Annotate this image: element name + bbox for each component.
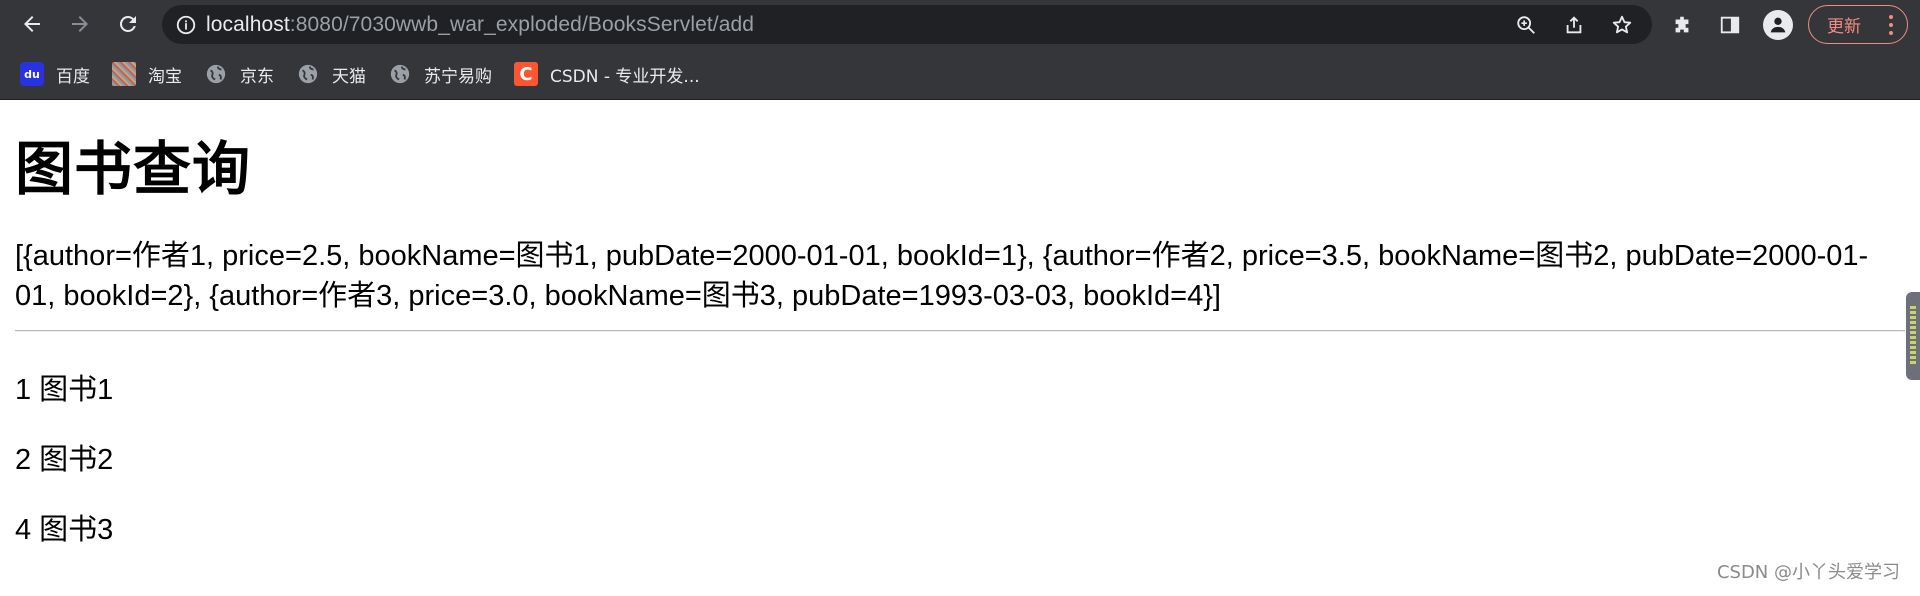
avatar	[1763, 9, 1793, 40]
share-icon[interactable]	[1554, 5, 1594, 44]
bookmark-csdn[interactable]: C CSDN - 专业开发...	[504, 56, 712, 92]
globe-icon	[204, 62, 228, 86]
book-item: 2 图书2	[15, 444, 114, 476]
bookmark-label: 百度	[56, 66, 90, 87]
baidu-icon: du	[20, 62, 44, 86]
globe-icon	[296, 62, 320, 86]
forward-arrow-icon	[72, 16, 88, 32]
address-bar[interactable]: localhost:8080/7030wwb_war_exploded/Book…	[162, 5, 1652, 44]
extensions-icon[interactable]	[1662, 5, 1702, 45]
url-text[interactable]: localhost:8080/7030wwb_war_exploded/Book…	[206, 13, 754, 37]
watermark: CSDN @小丫头爱学习	[1716, 562, 1900, 583]
page-title: 图书查询	[15, 135, 252, 203]
side-widget-tab[interactable]	[1906, 292, 1920, 380]
page-content: 图书查询 [{author=作者1, price=2.5, bookName=图…	[0, 100, 1920, 596]
bookmark-jd[interactable]: 京东	[194, 56, 286, 92]
update-button[interactable]: 更新	[1808, 5, 1908, 44]
bookmark-taobao[interactable]: 淘宝	[102, 56, 194, 92]
back-arrow-icon	[24, 16, 40, 32]
bookmark-suning[interactable]: 苏宁易购	[378, 56, 504, 92]
globe-icon	[388, 62, 412, 86]
csdn-icon: C	[514, 62, 538, 86]
update-label: 更新	[1827, 17, 1861, 37]
raw-book-list: [{author=作者1, price=2.5, bookName=图书1, p…	[15, 240, 1869, 312]
bookmark-label: 天猫	[332, 66, 366, 87]
bookmark-tmall[interactable]: 天猫	[286, 56, 378, 92]
bookmark-star-icon[interactable]	[1602, 5, 1642, 44]
book-item: 4 图书3	[15, 514, 114, 546]
bookmark-label: 苏宁易购	[424, 66, 492, 87]
forward-button[interactable]	[60, 4, 100, 44]
url-host: localhost	[206, 12, 290, 36]
profile-button[interactable]	[1758, 5, 1798, 45]
divider	[15, 330, 1905, 332]
bookmark-label: 京东	[240, 66, 274, 87]
back-button[interactable]	[12, 4, 52, 44]
bookmarks-bar: du 百度 淘宝 京东 天猫 苏宁易购 C CSDN - 专业开发...	[0, 49, 1920, 100]
zoom-icon[interactable]	[1506, 5, 1546, 44]
side-panel-icon[interactable]	[1710, 5, 1750, 45]
taobao-icon	[112, 62, 136, 86]
bookmark-baidu[interactable]: du 百度	[10, 56, 102, 92]
reload-button[interactable]	[108, 4, 148, 44]
more-menu-icon	[1889, 15, 1893, 35]
reload-icon	[119, 15, 136, 32]
book-item: 1 图书1	[15, 374, 114, 406]
url-path: :8080/7030wwb_war_exploded/BooksServlet/…	[289, 12, 755, 36]
site-info-icon[interactable]	[166, 5, 206, 44]
browser-toolbar: localhost:8080/7030wwb_war_exploded/Book…	[0, 0, 1920, 49]
bookmark-label: 淘宝	[148, 66, 182, 87]
bookmark-label: CSDN - 专业开发...	[550, 66, 700, 87]
